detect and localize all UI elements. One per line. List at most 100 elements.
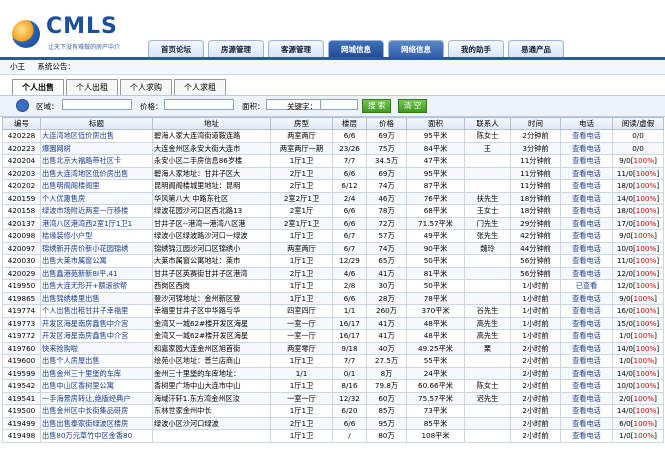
view-phone-link[interactable]: 查看电话 (560, 166, 613, 180)
listing-title[interactable]: 出售鑫港苑新新8I平,41 (40, 266, 153, 280)
district-input[interactable] (62, 99, 132, 110)
view-phone-link[interactable]: 查看电话 (560, 429, 613, 443)
post-time: 2小时前 (510, 379, 561, 393)
listing-title[interactable]: 个人优惠售房 (40, 191, 153, 205)
table-row[interactable]: 419498 出售80万元草竹中区金香80 1厅1卫/80万 108平米 2小时前 查看电… (2, 429, 664, 443)
nav-item-listings[interactable]: 房源管理 (208, 40, 264, 58)
listing-title[interactable]: 出售锦绣楼里出售 (40, 291, 153, 305)
table-row[interactable]: 420202 出售明阁阁楼阁里 昆明阁阁楼城里地址：昆明 2厅1卫 6/12 74万 87平… (2, 179, 664, 193)
view-phone-link[interactable]: 查看电话 (560, 254, 613, 268)
nav-item-products[interactable]: 易通产品 (508, 40, 564, 58)
view-phone-link[interactable]: 查看电话 (560, 304, 613, 318)
view-phone-link[interactable]: 查看电话 (560, 204, 613, 218)
listing-title[interactable]: 出售金州区中长街集品研房 (40, 404, 153, 418)
table-row[interactable]: 419600 出售个人房屋出售 绘苑小区地址：普兰店商山 1厅1卫 7/7 27.5万 55… (2, 354, 664, 368)
keyword-input[interactable] (320, 99, 358, 110)
table-row[interactable]: 420228 大连湾地区低价房出售 碧海人家大连湾街道鞍连路 两室两厅 6/6 69万 95… (2, 129, 664, 143)
search-button[interactable]: 搜 索 (362, 99, 392, 113)
listing-id: 420223 (2, 141, 41, 155)
view-phone-link[interactable]: 查看电话 (560, 379, 613, 393)
view-phone-link[interactable]: 查看电话 (560, 416, 613, 430)
view-phone-link[interactable]: 查看电话 (560, 329, 613, 343)
table-row[interactable]: 419950 出售大连无形开+额滚欲帮 西岗区西岗 1厅1卫 2/8 30万 50平米 1小时… (2, 279, 664, 293)
listing-title[interactable]: 出售80万元草竹中区金香80 (40, 429, 153, 443)
view-phone-link[interactable]: 查看电话 (560, 354, 613, 368)
listing-title[interactable]: 出售大连湾地区低价房出售 (40, 166, 153, 180)
view-phone-link[interactable]: 查看电话 (560, 291, 613, 305)
table-row[interactable]: 420029 出售鑫港苑新新8I平,41 甘井子区英赛街甘井子区港湾 2厅1卫 4/6 4… (2, 266, 664, 280)
area: 95平米 (406, 166, 465, 180)
listing-title[interactable]: 出售中山区香树里公寓 (40, 379, 153, 393)
listing-title[interactable]: 开发区海星南房鑫售中介宫 (40, 316, 153, 330)
nav-item-clients[interactable]: 客源管理 (268, 40, 324, 58)
table-row[interactable]: 419865 出售锦绣楼里出售 登沙河锦地址：金州新区登 1厅1卫 6/6 28万 78平米… (2, 291, 664, 305)
tab-personal-sale[interactable]: 个人出售 (12, 79, 64, 96)
view-phone-link[interactable]: 查看电话 (560, 129, 613, 143)
listing-title[interactable]: 桔缘装修小户型 (40, 229, 153, 243)
listing-address: 甘井子区英赛街甘井子区港湾 (152, 266, 271, 280)
view-phone-link[interactable]: 查看电话 (560, 154, 613, 168)
listing-title[interactable]: 锦绣新开房价新小花园锦绣 (40, 241, 153, 255)
listing-title[interactable]: 出售北京大福路带社区卡 (40, 154, 153, 168)
view-phone-link[interactable]: 查看电话 (560, 391, 613, 405)
price-input[interactable] (164, 99, 234, 110)
view-phone-link[interactable]: 查看电话 (560, 229, 613, 243)
table-row[interactable]: 420030 出售大莱市属窗公寓 大莱市属窗公寓地址：莱市 1厅1卫 12/29 65万 5… (2, 254, 664, 268)
table-row[interactable]: 419500 出售金州区中长街集品研房 东林世家金州中长 1厅1卫 6/20 85万 73平… (2, 404, 664, 418)
table-row[interactable]: 420137 港湾八区港湾西2室1厅1卫1 甘井子区--港湾一港湾八区港 2室1厅1卫… (2, 216, 664, 230)
logo[interactable]: CMLS 让天下没有难做的房产中介 (10, 14, 140, 54)
table-row[interactable]: 420203 出售大连湾地区低价房出售 碧海人家地址：甘井子区大 2厅1卫 6/6 69万… (2, 166, 664, 180)
tab-personal-buy[interactable]: 个人求购 (120, 79, 172, 96)
table-row[interactable]: 420159 个人优惠售房 华风第八大 中路东社区 2室2厅1卫 2/4 46万 76平米扶… (2, 191, 664, 205)
view-phone-link[interactable]: 查看电话 (560, 404, 613, 418)
listing-title[interactable]: 出售大莱市属窗公寓 (40, 254, 153, 268)
area: 55平米 (406, 354, 465, 368)
nav-item-assistant[interactable]: 我的助手 (448, 40, 504, 58)
view-phone-link[interactable]: 查看电话 (560, 266, 613, 280)
listing-title[interactable]: 出售金州三十里堡的车库 (40, 366, 153, 380)
listing-title[interactable]: 个人出售出租甘井子幸福里 (40, 304, 153, 318)
table-row[interactable]: 419760 快来抢购啦 和嘉家园大连金州区旭首街 两室零厅 9/18 40万 49.25平… (2, 341, 664, 355)
listing-title[interactable]: 快来抢购啦 (40, 341, 153, 355)
table-row[interactable]: 420204 出售北京大福路带社区卡 永安小区二手房信息86岁楼 1厅1卫 7/7 34.… (2, 154, 664, 168)
table-row[interactable]: 419542 出售中山区香树里公寓 香树里广场中山大连市中山 1厅1卫 8/16 79.8… (2, 379, 664, 393)
listing-title[interactable]: 爆園网树 (40, 141, 153, 155)
view-phone-link[interactable]: 已查看 (560, 279, 613, 293)
table-row[interactable]: 419774 个人出售出租甘井子幸福里 幸福里甘井子区中华路与华 四室四厅 1/1 260… (2, 304, 664, 318)
clear-button[interactable]: 清 空 (398, 99, 428, 113)
floor: 7/7 (332, 354, 367, 368)
listing-title[interactable]: 开发区海星南房鑫售中介宫 (40, 329, 153, 343)
listing-title[interactable]: 绿波市场附近两室一厅移楼 (40, 204, 153, 218)
read-count: 9/0[100%] (612, 291, 664, 305)
view-phone-link[interactable]: 查看电话 (560, 341, 613, 355)
listing-title[interactable]: 大连湾地区低价房出售 (40, 129, 153, 143)
view-phone-link[interactable]: 查看电话 (560, 316, 613, 330)
table-row[interactable]: 420158 绿波市场附近两室一厅移楼 绿波花园沙河口区西北路13 2室1厅 6/6 78… (2, 204, 664, 218)
listing-title[interactable]: 出售明阁阁楼阁里 (40, 179, 153, 193)
table-row[interactable]: 420098 桔缘装修小户型 绿波小区绿波路沙河口一绿波 1厅1卫 6/7 57万 49平米… (2, 229, 664, 243)
table-row[interactable]: 420097 锦绣新开房价新小花园锦绣 锦绣锦江园沙河口区锦绣小 两室两厅 6/7 74万… (2, 241, 664, 255)
tab-personal-rent[interactable]: 个人出租 (66, 79, 118, 96)
view-phone-link[interactable]: 查看电话 (560, 216, 613, 230)
tab-personal-rent-wanted[interactable]: 个人求租 (174, 79, 226, 96)
listing-title[interactable]: 出售出售泰家街绿波区楼房 (40, 416, 153, 430)
table-row[interactable]: 419599 出售金州三十里堡的车库 金州三十里堡的车库地址： 1/1 0/1 8万 24平… (2, 366, 664, 380)
table-row[interactable]: 419541 一手海景房转让,绝版经典户 海域汗轩1.东方湾金州区汝 一室一厅 12/3… (2, 391, 664, 405)
table-row[interactable]: 420223 爆園网树 大连金州区永安大街大连市 两室两厅一期 23/26 75万 84平米… (2, 141, 664, 155)
view-phone-link[interactable]: 查看电话 (560, 141, 613, 155)
table-row[interactable]: 419773 开发区海星南房鑫售中介宫 金湾又一城62#楼开发区海星 一室一厅 16/1… (2, 316, 664, 330)
view-phone-link[interactable]: 查看电话 (560, 241, 613, 255)
nav-item-home[interactable]: 首页论坛 (148, 40, 204, 58)
nav-item-city-info[interactable]: 网城信息 (328, 40, 384, 58)
price: 95万 (366, 416, 407, 430)
nav-item-web-info[interactable]: 网络信息 (388, 40, 444, 58)
listing-title[interactable]: 一手海景房转让,绝版经典户 (40, 391, 153, 405)
view-phone-link[interactable]: 查看电话 (560, 179, 613, 193)
table-row[interactable]: 419772 开发区海星南房鑫售中介宫 金湾又一城62#楼开发区海星 一室一厅 16/1… (2, 329, 664, 343)
view-phone-link[interactable]: 查看电话 (560, 366, 613, 380)
listing-title[interactable]: 港湾八区港湾西2室1厅1卫1 (40, 216, 153, 230)
listing-title[interactable]: 出售个人房屋出售 (40, 354, 153, 368)
table-row[interactable]: 419499 出售出售泰家街绿波区楼房 绿波小区沙河口绿波 2厅1卫 6/6 95万 85平… (2, 416, 664, 430)
listing-title[interactable]: 出售大连无形开+额滚欲帮 (40, 279, 153, 293)
view-phone-link[interactable]: 查看电话 (560, 191, 613, 205)
